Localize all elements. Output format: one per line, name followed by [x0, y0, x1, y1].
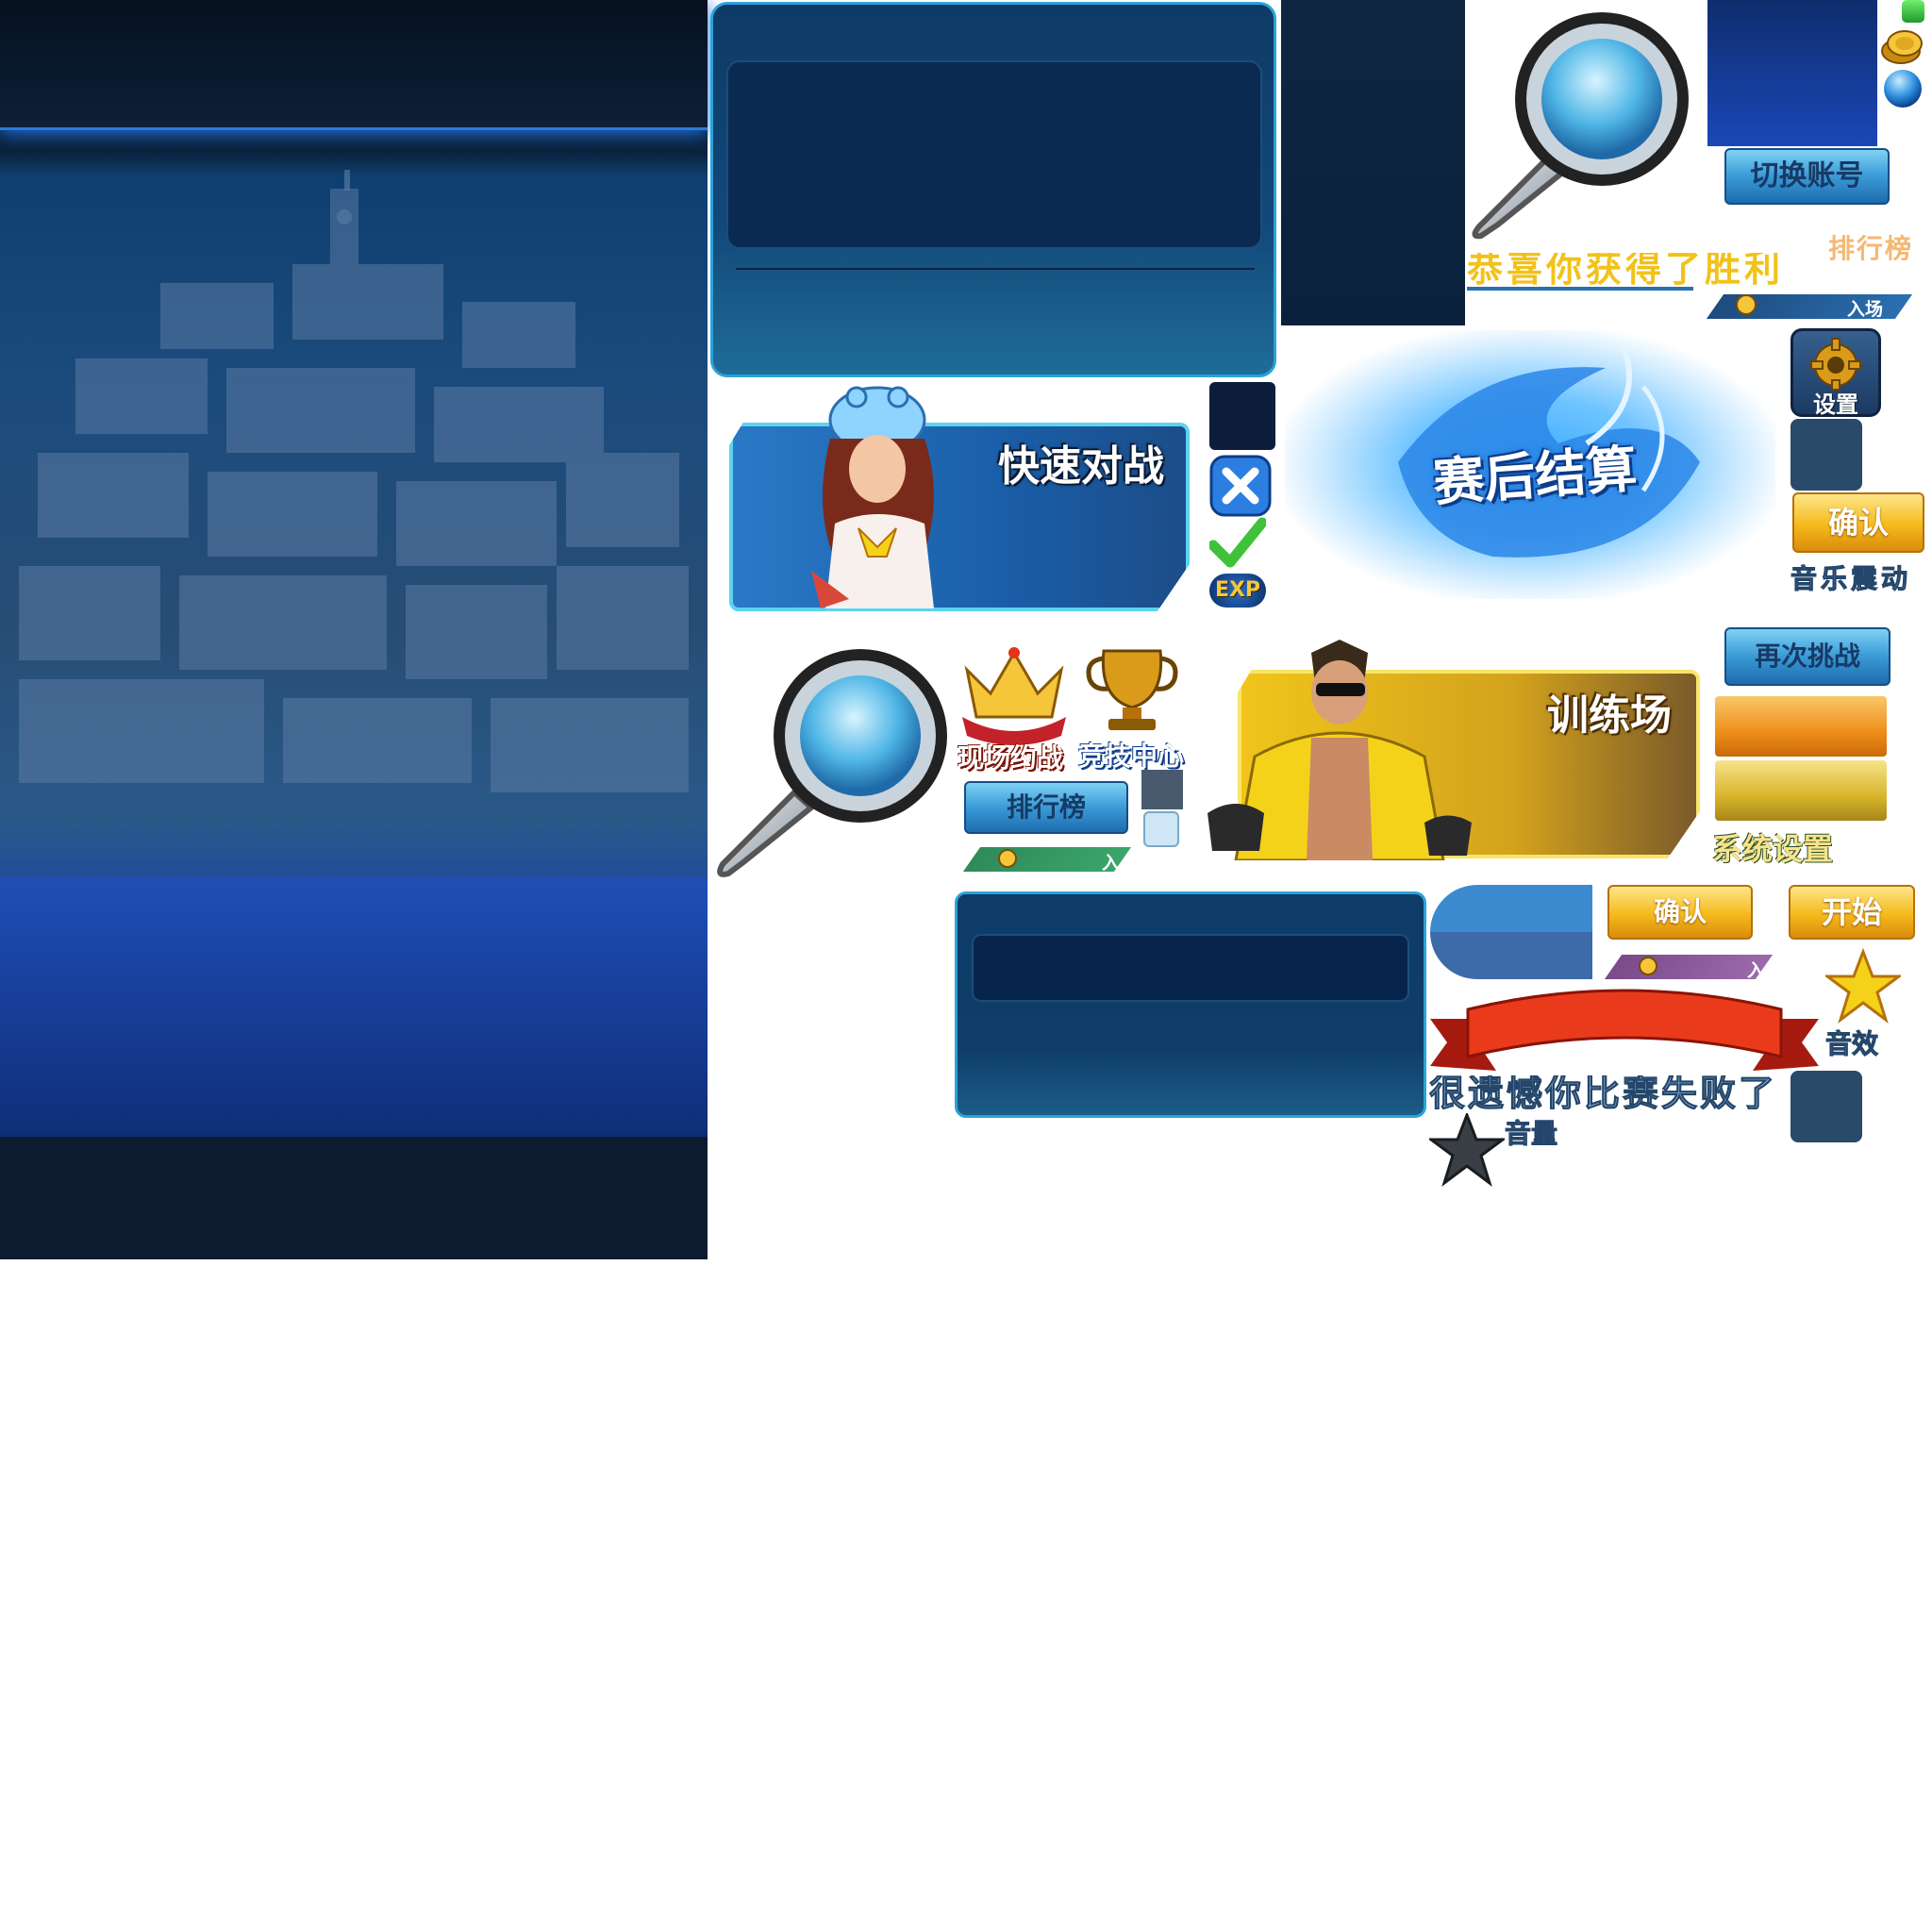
gold-button-blank[interactable]	[1715, 760, 1887, 821]
magnifier-icon	[1472, 12, 1689, 240]
dark-tile	[1209, 382, 1275, 450]
star-dark-icon	[1429, 1113, 1505, 1187]
star-gold-icon	[1825, 948, 1901, 1024]
background-top-bar	[0, 0, 708, 130]
settings-label: 设置	[1813, 391, 1858, 418]
slate-tile	[1790, 1071, 1862, 1142]
confirm-button-secondary[interactable]: 确认	[1607, 885, 1753, 940]
background-bottom-bar	[0, 1137, 708, 1259]
gold-coin-icon	[1736, 294, 1757, 315]
dialog-divider	[736, 268, 1255, 270]
city-illustration	[19, 170, 689, 792]
training-title: 训练场	[1547, 691, 1672, 740]
check-icon	[1209, 517, 1266, 568]
dark-swatch	[1141, 770, 1183, 809]
red-ribbon-banner	[1430, 989, 1819, 1071]
start-button[interactable]: 开始	[1789, 885, 1915, 940]
toggle-tab[interactable]	[1430, 885, 1592, 979]
gear-icon	[1810, 338, 1861, 391]
post-match-badge: 赛后结算	[1285, 330, 1775, 599]
retry-button[interactable]: 再次挑战	[1724, 627, 1890, 686]
entry-label: 入	[1747, 960, 1766, 981]
quick-battle-character	[811, 386, 934, 608]
training-character	[1208, 640, 1472, 860]
quick-battle-title: 快速对战	[998, 442, 1164, 491]
gold-coin-icon	[998, 849, 1017, 868]
defeat-text-strip: 很遗憾你比赛失败了	[1429, 1075, 1788, 1109]
leaderboard-label: 排行榜	[1828, 233, 1914, 264]
avatar-placeholder	[1707, 0, 1877, 146]
entry-label: 入	[1102, 853, 1121, 874]
victory-underline	[1467, 287, 1693, 291]
arena-center-label: 竞技中心	[1078, 741, 1185, 772]
settings-button[interactable]: 设置	[1790, 328, 1881, 418]
victory-text: 恭喜你获得了胜利	[1467, 253, 1785, 287]
slate-tile	[1790, 419, 1862, 491]
crown-icon	[962, 647, 1066, 745]
dialog-panel-medium	[955, 891, 1426, 1118]
music-vibration-label: 音乐震动	[1790, 563, 1912, 595]
exp-label: EXP	[1214, 578, 1261, 602]
entry-label: 入场	[1847, 299, 1884, 320]
exp-badge: EXP	[1209, 574, 1266, 608]
dialog-panel-large-inset	[726, 60, 1262, 249]
harbor-water	[0, 877, 708, 1132]
confirm-button[interactable]: 确认	[1792, 492, 1924, 553]
sound-effects-label: 音效	[1825, 1028, 1879, 1060]
dark-side-panel	[1281, 0, 1465, 325]
victory-text-strip: 恭喜你获得了胜利	[1467, 253, 1825, 287]
switch-account-button[interactable]: 切换账号	[1724, 148, 1890, 205]
system-settings-label: 系统设置	[1712, 831, 1834, 867]
close-icon[interactable]	[1209, 455, 1272, 517]
defeat-text: 很遗憾你比赛失败了	[1429, 1075, 1778, 1109]
leaderboard-button[interactable]: 排行榜	[964, 781, 1128, 834]
volume-label: 音量	[1505, 1118, 1558, 1150]
light-swatch	[1143, 811, 1179, 847]
orange-button-blank[interactable]	[1715, 696, 1887, 757]
magnifier-icon	[717, 649, 947, 877]
live-match-label: 现场约战	[958, 742, 1064, 774]
dialog-panel-medium-inset	[972, 934, 1409, 1002]
gold-coin-icon	[1639, 957, 1657, 975]
blue-orb-icon	[1884, 70, 1922, 108]
green-gem-icon	[1902, 0, 1924, 23]
trophy-icon	[1086, 649, 1178, 730]
gold-coin-icon	[1881, 30, 1923, 64]
